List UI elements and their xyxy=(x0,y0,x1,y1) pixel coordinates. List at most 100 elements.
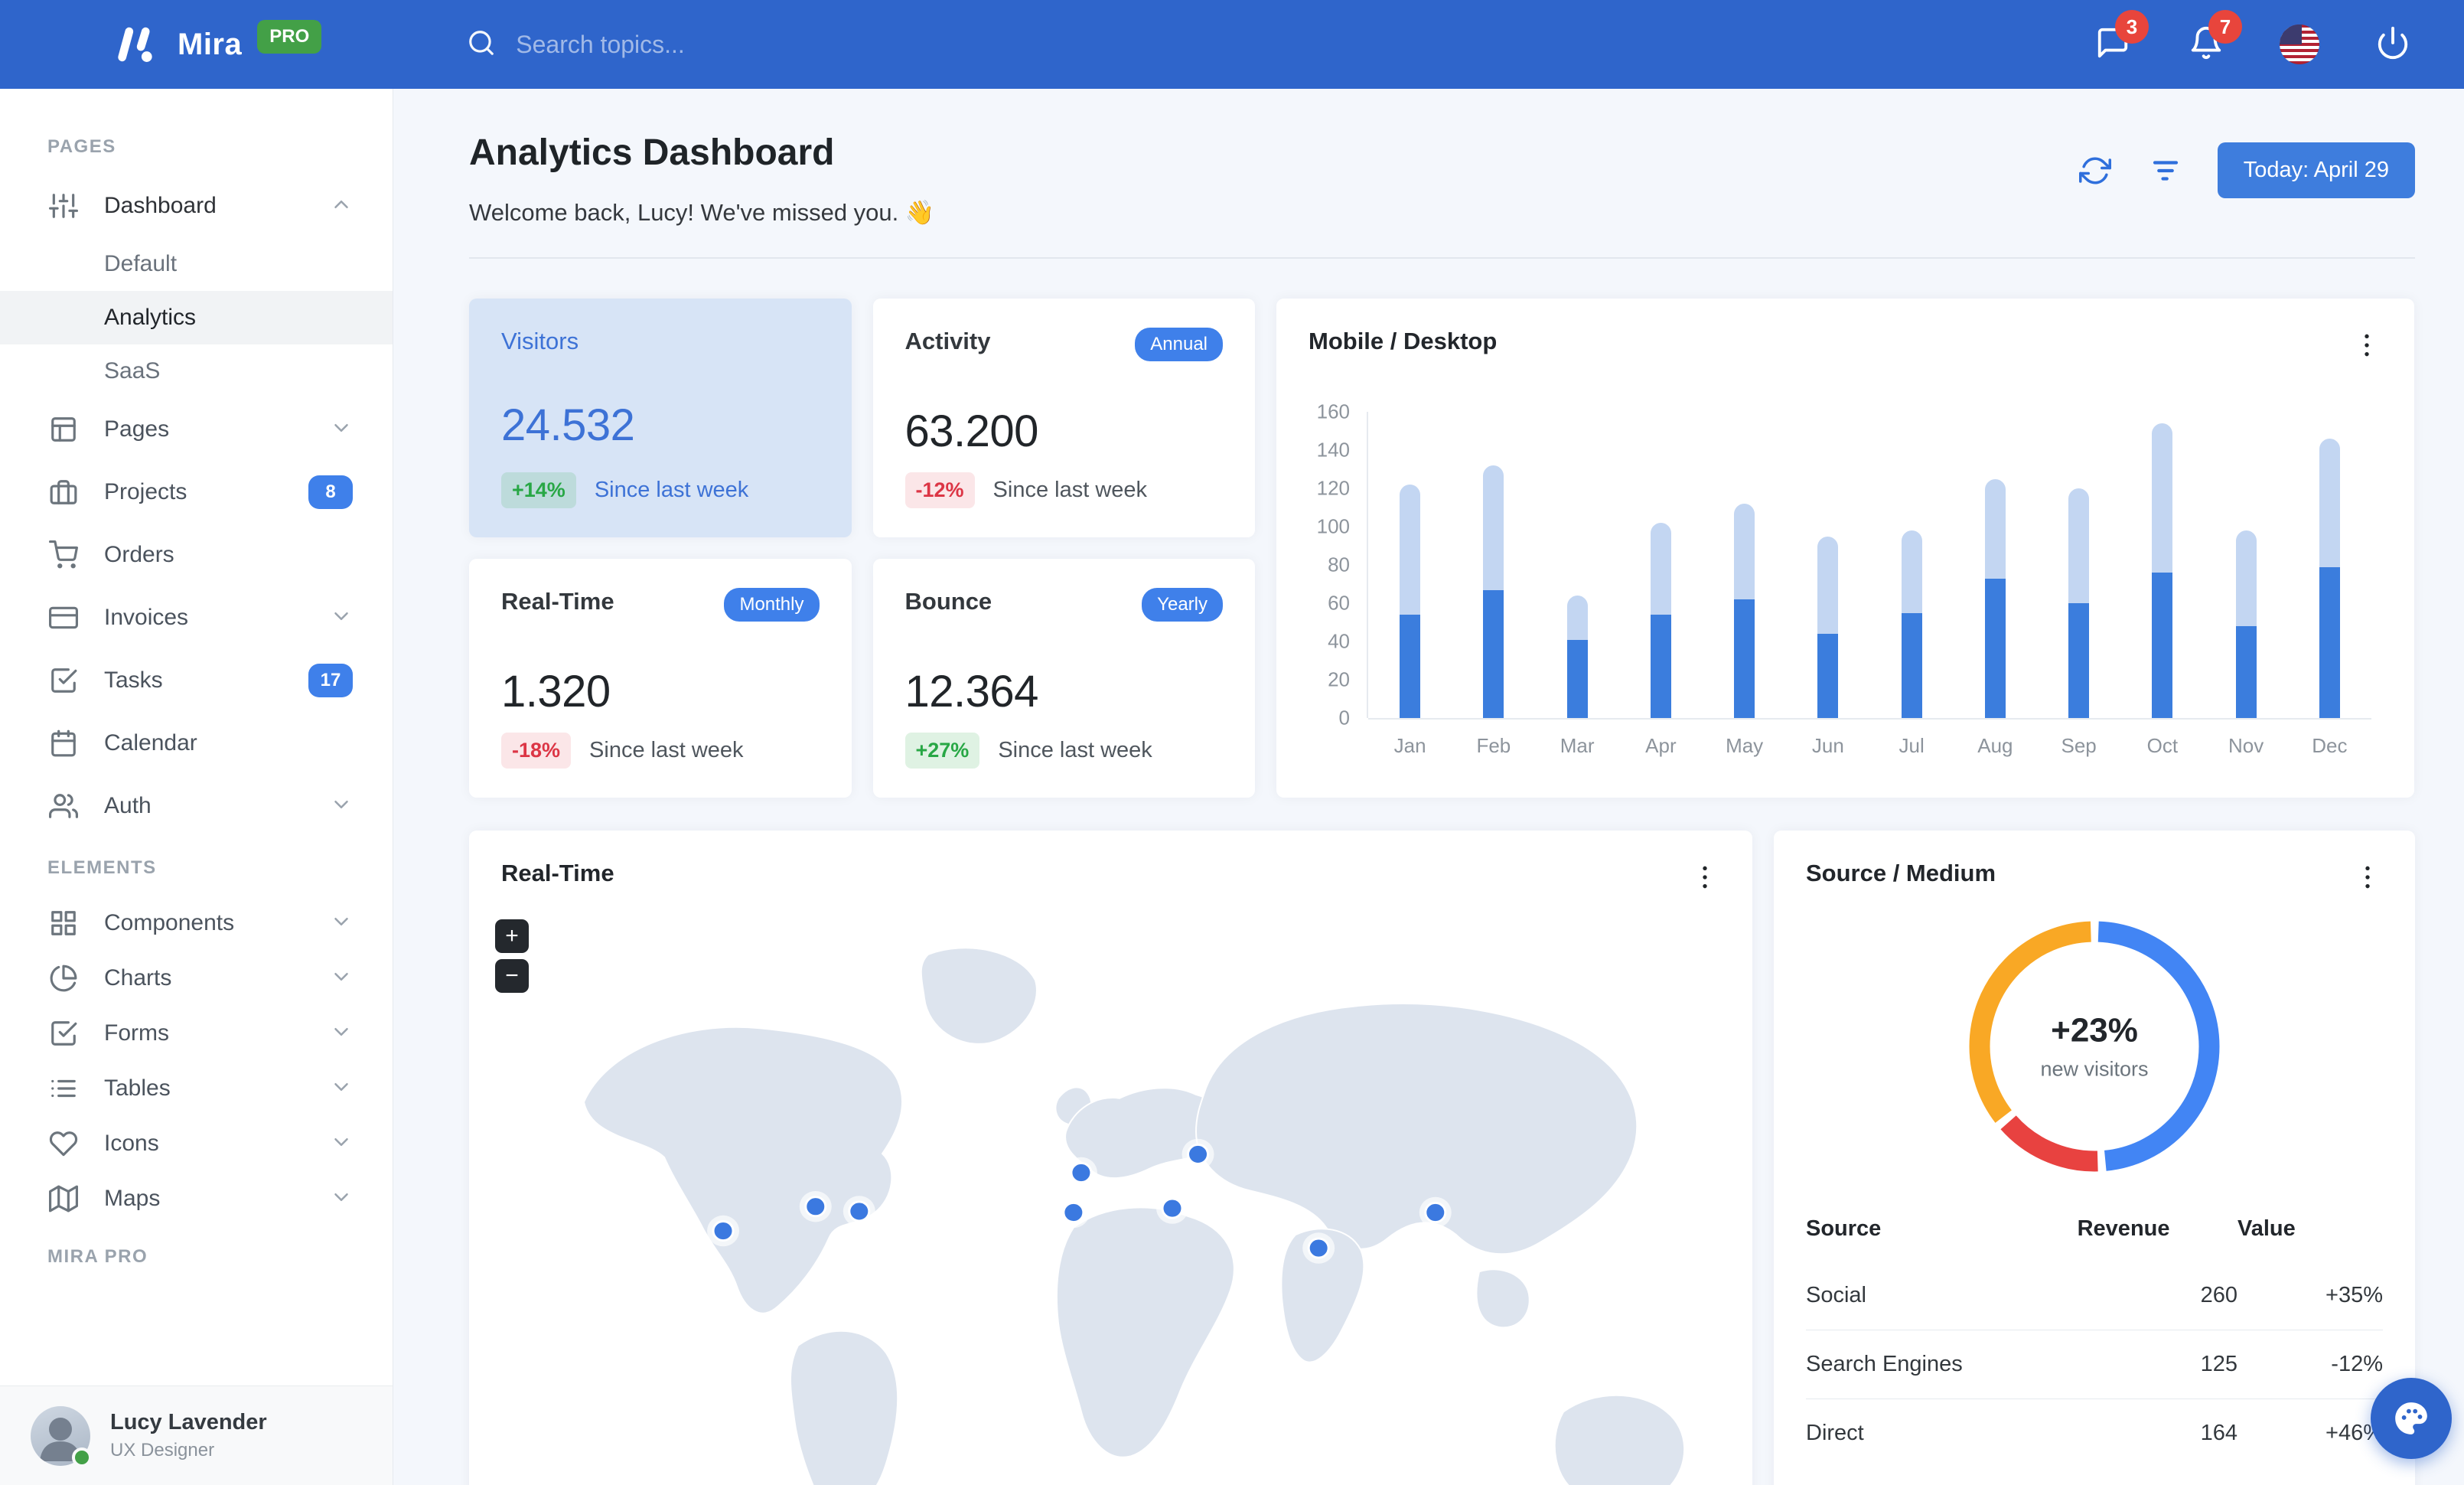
messages-button[interactable]: 3 xyxy=(2091,10,2149,67)
top-grid: Visitors 24.532 +14% Since last week Activit… xyxy=(469,299,2415,798)
x-axis-label: Oct xyxy=(2146,734,2179,757)
refresh-icon[interactable] xyxy=(2077,152,2114,189)
mira-logo-icon xyxy=(115,24,158,64)
source-table-row: Search Engines 125 -12% xyxy=(1806,1330,2383,1399)
bar-chart: 0 20 40 60 80 100 120 140 160 Jan Feb Mar Apr May Jun… xyxy=(1309,400,2382,757)
x-axis-label: Jun xyxy=(1811,734,1844,757)
sidebar-item-projects[interactable]: Projects 8 xyxy=(0,461,393,524)
sidebar-item-calendar[interactable]: Calendar xyxy=(0,712,393,775)
stat-card-bounce: Bounce Yearly 12.364 +27% Since last week xyxy=(872,559,1255,798)
y-axis-tick: 80 xyxy=(1328,553,1350,576)
sidebar-item-label: Forms xyxy=(104,1020,169,1046)
sidebar-user-footer[interactable]: Lucy Lavender UX Designer xyxy=(0,1385,393,1485)
map-zoom-out-button[interactable]: − xyxy=(495,959,529,993)
sidebar-count-badge: 8 xyxy=(308,475,353,509)
stat-period-badge: Yearly xyxy=(1142,588,1223,622)
stat-title: Real-Time xyxy=(501,588,614,615)
sidebar-item-orders[interactable]: Orders xyxy=(0,524,393,586)
source-table-row: Direct 164 +46% xyxy=(1806,1399,2383,1467)
x-axis-label: Dec xyxy=(2312,734,2348,757)
cell-revenue: 125 xyxy=(2077,1330,2237,1399)
sidebar-item-charts[interactable]: Charts xyxy=(0,951,393,1006)
navbar-actions: 3 7 xyxy=(2091,10,2415,67)
stat-card-visitors: Visitors 24.532 +14% Since last week xyxy=(469,299,852,537)
sidebar-item-tasks[interactable]: Tasks 17 xyxy=(0,649,393,712)
source-table-row: Social 260 +35% xyxy=(1806,1261,2383,1330)
sidebar-subitem-default[interactable]: Default xyxy=(0,237,393,291)
x-axis-label: Jul xyxy=(1899,734,1925,757)
stat-delta-badge: -18% xyxy=(501,733,572,769)
marker-india xyxy=(1302,1232,1335,1264)
brand-name: Mira xyxy=(178,27,243,61)
brand[interactable]: Mira PRO xyxy=(115,20,322,64)
bar-feb: Feb xyxy=(1476,465,1511,757)
source-medium-card: Source / Medium +23% new visitors Source… xyxy=(1774,831,2415,1485)
chart-card-header: Mobile / Desktop xyxy=(1309,328,2382,363)
search-input[interactable] xyxy=(516,30,899,59)
calendar-icon xyxy=(47,727,80,759)
mobile-desktop-chart-card: Mobile / Desktop 0 20 40 60 80 100 120 140 160 J… xyxy=(1276,299,2414,798)
sidebar-item-pages[interactable]: Pages xyxy=(0,398,393,461)
source-card-header: Source / Medium xyxy=(1806,860,2383,895)
sidebar-item-icons[interactable]: Icons xyxy=(0,1116,393,1171)
sidebar-item-forms[interactable]: Forms xyxy=(0,1006,393,1061)
notifications-button[interactable]: 7 xyxy=(2184,10,2242,67)
more-vertical-icon[interactable] xyxy=(2352,328,2382,363)
sidebar-item-maps[interactable]: Maps xyxy=(0,1171,393,1226)
date-range-button[interactable]: Today: April 29 xyxy=(2217,142,2415,198)
world-map[interactable] xyxy=(469,910,1752,1485)
source-card-title: Source / Medium xyxy=(1806,860,1996,886)
avatar xyxy=(31,1405,92,1467)
chevron-down-icon xyxy=(330,416,353,443)
stat-value: 12.364 xyxy=(904,667,1039,716)
sidebar-item-auth[interactable]: Auth xyxy=(0,775,393,837)
x-axis-label: Nov xyxy=(2228,734,2264,757)
bar-mar: Mar xyxy=(1560,596,1595,757)
check-square-icon xyxy=(47,1017,80,1049)
bar-jan: Jan xyxy=(1394,485,1426,757)
cell-revenue: 164 xyxy=(2077,1399,2237,1467)
sidebar-item-invoices[interactable]: Invoices xyxy=(0,586,393,649)
user-role: UX Designer xyxy=(110,1440,215,1461)
col-value: Value xyxy=(2237,1216,2296,1241)
chevron-down-icon xyxy=(330,1186,353,1212)
chevron-down-icon xyxy=(330,1075,353,1102)
x-axis-label: Feb xyxy=(1476,734,1511,757)
filter-icon[interactable] xyxy=(2147,152,2184,189)
donut-percentage: +23% xyxy=(2051,1011,2138,1049)
grid-icon xyxy=(47,907,80,939)
sidebar-item-dashboard[interactable]: Dashboard xyxy=(0,175,393,237)
shopping-cart-icon xyxy=(47,539,80,571)
messages-count-badge: 3 xyxy=(2115,10,2149,44)
map-zoom-in-button[interactable]: + xyxy=(495,919,529,953)
marker-us-west xyxy=(707,1215,740,1247)
page-header: Analytics Dashboard Welcome back, Lucy! … xyxy=(469,132,2415,227)
more-vertical-icon[interactable] xyxy=(2352,860,2383,895)
search-icon xyxy=(467,28,496,61)
sidebar-item-components[interactable]: Components xyxy=(0,896,393,951)
users-icon xyxy=(47,790,80,822)
language-selector[interactable] xyxy=(2277,22,2322,67)
y-axis-tick: 100 xyxy=(1316,514,1350,538)
theme-settings-fab[interactable] xyxy=(2371,1378,2452,1459)
main-content: Analytics Dashboard Welcome back, Lucy! … xyxy=(393,89,2464,1485)
page-subtitle: Welcome back, Lucy! We've missed you. 👋 xyxy=(469,199,935,226)
sign-out-button[interactable] xyxy=(2371,22,2415,67)
stat-title: Bounce xyxy=(904,588,992,615)
sidebar-subitem-analytics[interactable]: Analytics xyxy=(0,291,393,344)
sidebar-subitem-saas[interactable]: SaaS xyxy=(0,344,393,398)
check-square-icon xyxy=(47,664,80,697)
y-axis-tick: 140 xyxy=(1316,438,1350,462)
sidebar-item-tables[interactable]: Tables xyxy=(0,1061,393,1116)
x-axis-label: Sep xyxy=(2061,734,2097,757)
sidebar-nav: PAGES Dashboard Default Analytics SaaS Pages P… xyxy=(0,89,393,1385)
donut-chart: +23% new visitors xyxy=(1806,916,2383,1177)
col-source: Source xyxy=(1806,1216,1882,1241)
header-divider xyxy=(469,257,2415,259)
power-icon xyxy=(2375,25,2410,64)
sidebar-item-label: Orders xyxy=(104,542,174,567)
stat-delta-badge: +14% xyxy=(501,472,576,508)
stat-caption: Since last week xyxy=(992,478,1148,502)
more-vertical-icon[interactable] xyxy=(1690,860,1720,895)
chevron-up-icon xyxy=(330,193,353,220)
